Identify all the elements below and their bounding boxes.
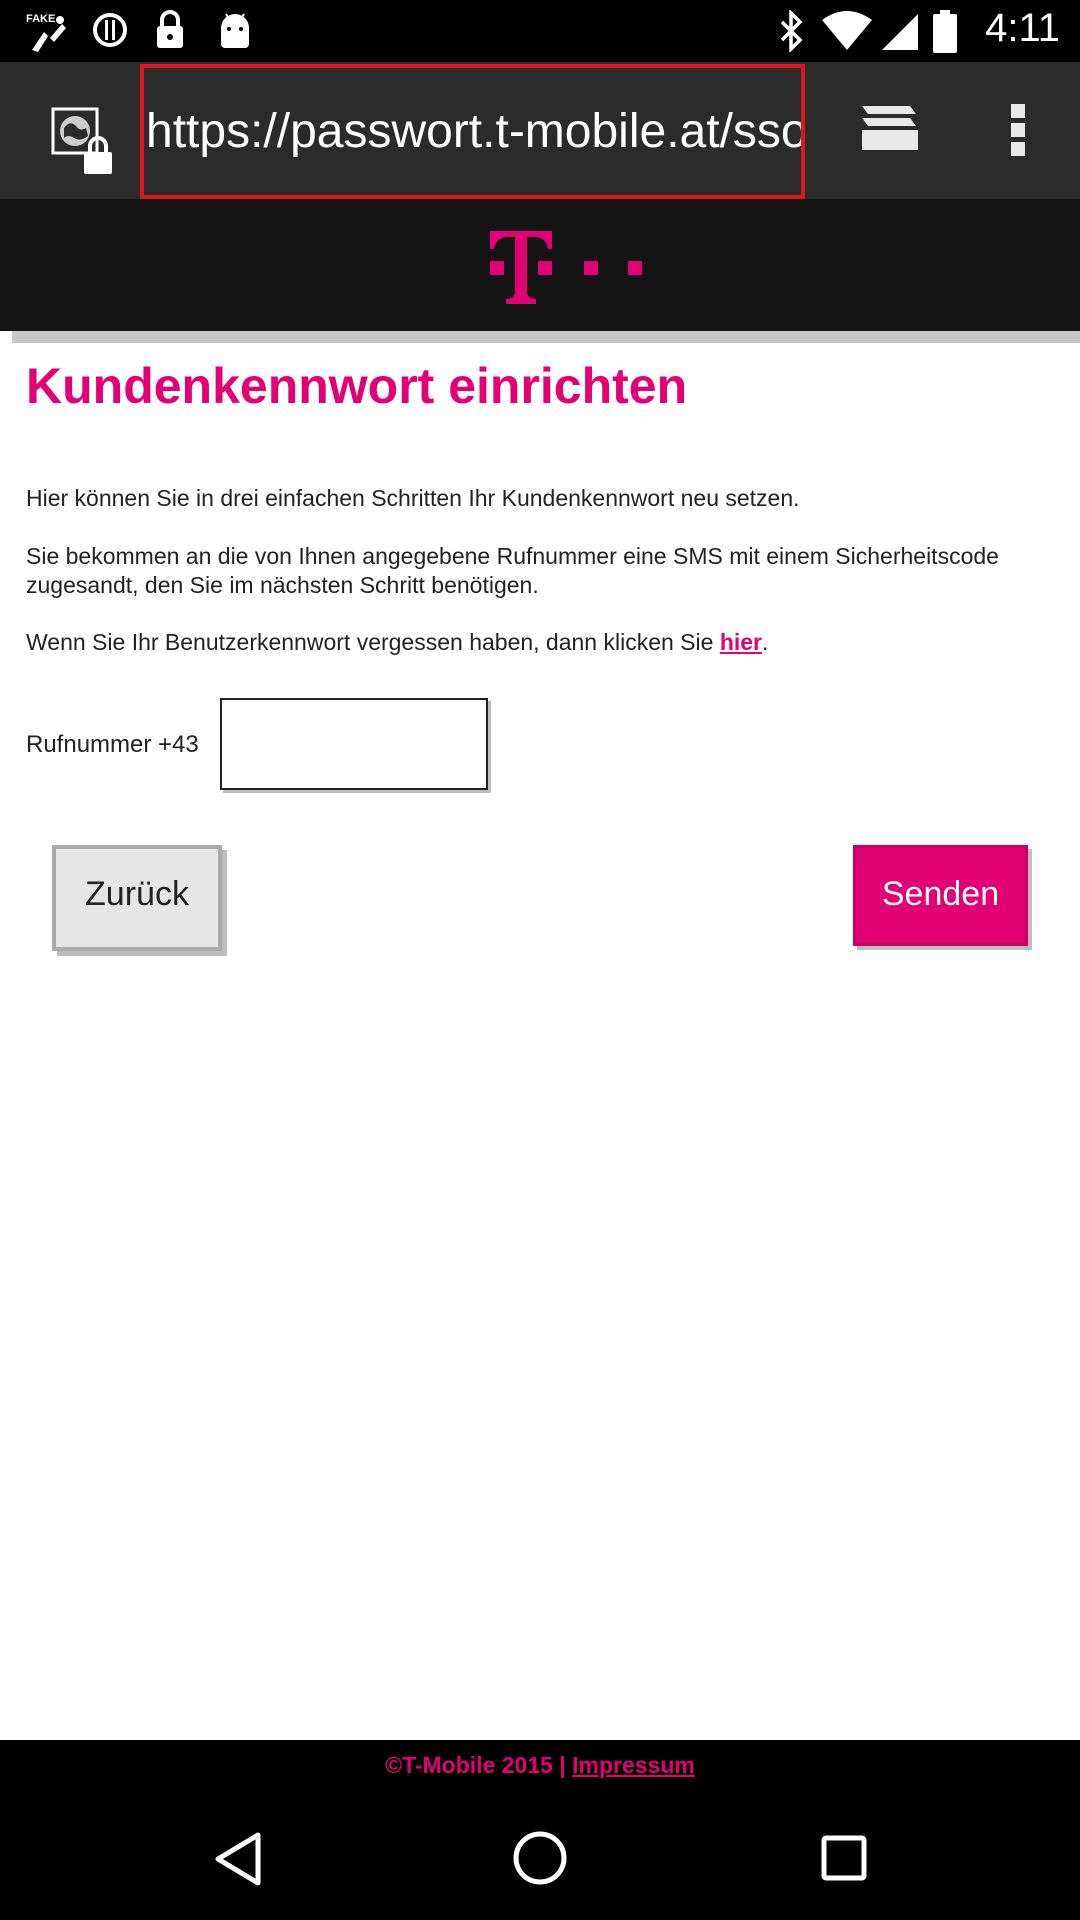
header-divider xyxy=(12,331,1080,343)
cell-signal-icon xyxy=(882,14,918,50)
t-mobile-logo xyxy=(490,231,642,304)
recent-apps-icon[interactable] xyxy=(820,1834,868,1882)
android-icon xyxy=(221,13,249,48)
back-icon[interactable] xyxy=(210,1830,266,1888)
status-bar: FAKE 4:11 xyxy=(0,0,1080,62)
page-content: Kundenkennwort einrichten Hier können Si… xyxy=(0,331,1080,1740)
fake-gps-icon: FAKE xyxy=(26,13,66,52)
phone-label: Rufnummer +43 xyxy=(26,731,199,758)
svg-text:FAKE: FAKE xyxy=(26,13,55,25)
wifi-icon xyxy=(822,11,872,50)
battery-icon xyxy=(933,10,957,53)
secure-site-icon[interactable] xyxy=(50,106,120,176)
sms-info-paragraph: Sie bekommen an die von Ihnen angegebene… xyxy=(26,543,999,598)
lock-icon xyxy=(157,10,183,48)
copyright-label: ©T-Mobile 2015 | xyxy=(385,1752,573,1778)
url-text: https://passwort.t-mobile.at/sso xyxy=(146,105,805,158)
impressum-link[interactable]: Impressum xyxy=(572,1752,695,1778)
forgot-password-period: . xyxy=(762,629,769,655)
page-footer: ©T-Mobile 2015 | Impressum xyxy=(0,1740,1080,1790)
send-button[interactable]: Senden xyxy=(853,845,1028,946)
tabs-icon[interactable] xyxy=(858,102,920,154)
forgot-password-paragraph: Wenn Sie Ihr Benutzerkennwort vergessen … xyxy=(26,628,768,657)
hier-link[interactable]: hier xyxy=(720,629,762,655)
status-time: 4:11 xyxy=(985,6,1060,50)
sync-icon xyxy=(93,13,127,47)
bluetooth-icon xyxy=(780,10,803,52)
browser-toolbar: https://passwort.t-mobile.at/sso xyxy=(0,62,1080,199)
url-bar[interactable]: https://passwort.t-mobile.at/sso xyxy=(140,64,805,199)
page-title: Kundenkennwort einrichten xyxy=(26,358,688,414)
phone-number-input[interactable] xyxy=(220,698,488,790)
back-button[interactable]: Zurück xyxy=(52,845,222,951)
navigation-bar xyxy=(0,1790,1080,1920)
intro-paragraph: Hier können Sie in drei einfachen Schrit… xyxy=(26,485,800,511)
t-mobile-header xyxy=(0,199,1080,331)
home-icon[interactable] xyxy=(510,1828,570,1888)
copyright-text: ©T-Mobile 2015 | Impressum xyxy=(385,1752,695,1778)
overflow-menu-icon[interactable] xyxy=(1005,102,1031,158)
forgot-password-text: Wenn Sie Ihr Benutzerkennwort vergessen … xyxy=(26,629,720,655)
